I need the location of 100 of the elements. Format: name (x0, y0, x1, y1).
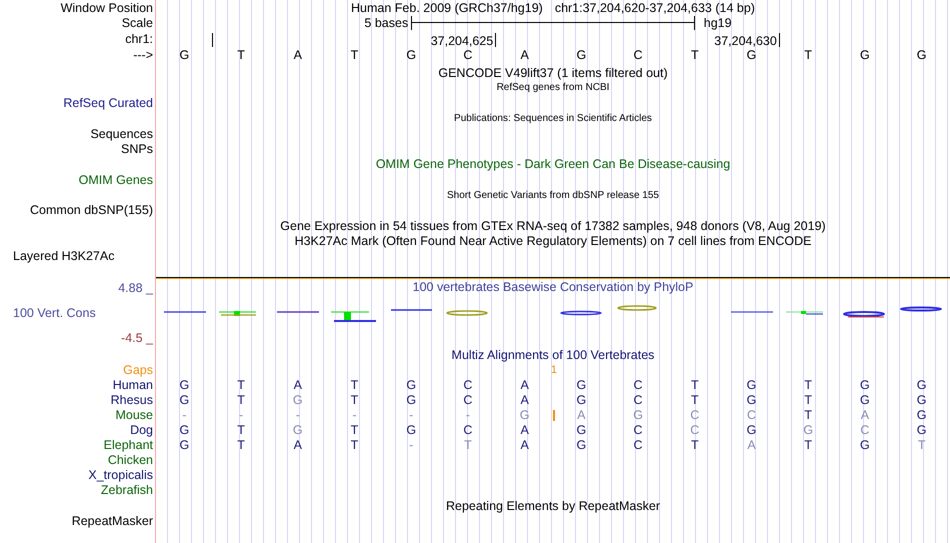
track-title: OMIM Gene Phenotypes - Dark Green Can Be Disease-causing (376, 157, 730, 172)
axis-max-label: 4.88 _ (118, 280, 153, 295)
species-label: Chicken (108, 453, 153, 468)
position-range: chr1:37,204,620-37,204,633 (14 bp) (554, 0, 755, 14)
base-letter: G (576, 423, 586, 438)
track-title: Short Genetic Variants from dbSNP release 155 (447, 190, 659, 201)
track-label[interactable]: Layered H3K27Ac (13, 249, 114, 264)
base-letter: T (350, 423, 358, 438)
gap-count: 1 (550, 364, 557, 376)
track-title: GENCODE V49lift37 (1 items filtered out) (438, 66, 668, 80)
base-letter: G (179, 48, 190, 62)
track-title: Publications: Sequences in Scientific Articles (454, 113, 652, 124)
base-letter: T (237, 48, 245, 62)
base-letter: G (860, 438, 870, 452)
track-label[interactable]: RefSeq Curated (63, 96, 153, 110)
track-label[interactable]: Sequences (90, 126, 153, 141)
base-letter: G (916, 393, 926, 408)
species-label: Elephant (104, 438, 153, 452)
base-letter: A (860, 408, 870, 422)
track-label[interactable]: OMIM Genes (78, 172, 153, 187)
base-letter: G (292, 393, 303, 408)
base-letter: G (860, 378, 870, 392)
ruler-tick (778, 33, 780, 47)
base-letter: T (690, 438, 699, 452)
species-label: Mouse (115, 408, 153, 422)
species-label: X_tropicalis (88, 468, 153, 482)
track-label: Window Position (60, 0, 153, 14)
species-label: Zebrafish (100, 483, 153, 498)
track-label[interactable]: Common dbSNP(155) (30, 203, 153, 218)
track-title: RefSeq genes from NCBI (496, 82, 610, 94)
base-letter: C (746, 408, 756, 422)
ruler-coordinate: 37,204,630 (714, 35, 777, 48)
species-label: Dog (130, 423, 153, 438)
base-letter: A (294, 48, 302, 62)
base-letter: G (860, 48, 870, 62)
track-title: Repeating Elements by RepeatMasker (446, 498, 660, 513)
base-letter: C (634, 48, 643, 62)
base-letter: G (916, 48, 926, 62)
base-letter: T (350, 393, 358, 408)
base-letter: T (690, 48, 699, 62)
base-letter: G (179, 393, 190, 408)
base-letter: T (237, 378, 245, 392)
base-letter: C (690, 423, 700, 438)
base-letter: T (918, 438, 926, 452)
base-letter: G (860, 393, 870, 408)
track-label[interactable]: RepeatMasker (72, 514, 153, 528)
ruler-tick (495, 33, 496, 47)
base-letter: T (804, 48, 812, 62)
base-letter: T (464, 438, 472, 452)
base-letter: T (690, 378, 699, 392)
base-letter: G (576, 48, 586, 62)
track-label[interactable]: 100 Vert. Cons (13, 306, 96, 320)
base-letter: C (463, 48, 472, 62)
base-letter: G (803, 423, 814, 438)
base-letter: C (634, 378, 643, 392)
track-label[interactable]: SNPs (121, 142, 153, 156)
base-letter: G (746, 378, 756, 392)
base-letter: A (294, 378, 302, 392)
base-letter: A (520, 423, 529, 438)
base-letter: A (294, 438, 302, 452)
track-label: chr1: (125, 32, 153, 46)
base-letter: G (406, 48, 416, 62)
base-letter: - (466, 408, 470, 422)
base-letter: T (237, 423, 245, 438)
base-letter: - (182, 408, 186, 422)
base-letter: G (576, 378, 586, 392)
base-letter: G (916, 408, 926, 422)
base-letter: G (916, 423, 926, 438)
base-letter: T (690, 393, 699, 408)
base-letter: T (237, 393, 245, 408)
base-letter: G (746, 423, 756, 438)
base-letter: C (634, 423, 643, 438)
base-letter: - (409, 438, 414, 452)
base-letter: A (520, 48, 529, 62)
base-letter: - (238, 408, 244, 422)
base-letter: T (237, 438, 245, 452)
base-letter: T (804, 408, 812, 422)
axis-min-label: -4.5 _ (121, 330, 153, 345)
track-title: Gene Expression in 54 tissues from GTEx RNA-seq of 17382 samples, 948 donors (V8, Aug 2019) (280, 218, 826, 233)
base-letter: T (804, 393, 812, 408)
base-letter: A (520, 438, 529, 452)
species-label: Human (112, 378, 153, 392)
ruler-coordinate: 37,204,625 (430, 35, 494, 48)
base-letter: C (634, 438, 643, 452)
track-title: 100 vertebrates Basewise Conservation by PhyloP (412, 280, 694, 294)
base-letter: T (350, 48, 358, 62)
base-letter: G (576, 438, 586, 452)
base-letter: G (179, 378, 190, 392)
track-title: Multiz Alignments of 100 Vertebrates (452, 348, 654, 362)
base-letter: T (804, 438, 812, 452)
base-letter: G (633, 408, 643, 422)
base-letter: G (746, 48, 756, 62)
base-letter: G (576, 393, 586, 408)
base-letter: A (520, 378, 529, 392)
base-letter: G (916, 378, 926, 392)
base-letter: G (406, 378, 416, 392)
insertion-mark (553, 410, 555, 421)
track-label: Gaps (123, 363, 153, 378)
base-letter: G (179, 423, 190, 438)
base-letter: G (406, 423, 416, 438)
